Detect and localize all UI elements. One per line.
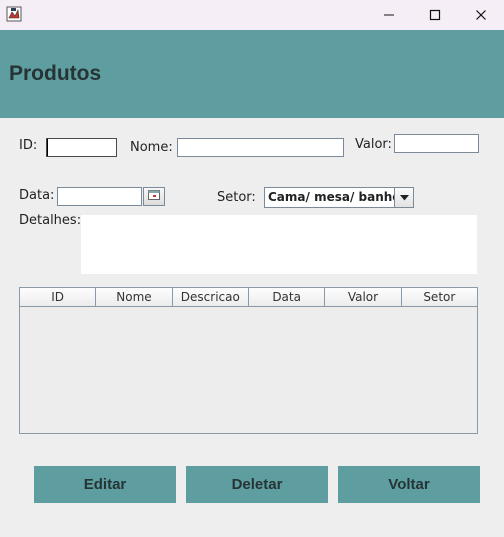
- window-titlebar: [0, 0, 504, 30]
- column-header-id[interactable]: ID: [20, 288, 97, 306]
- maximize-button[interactable]: [412, 0, 458, 30]
- table-header: ID Nome Descricao Data Valor Setor: [20, 288, 477, 307]
- setor-selected-value: Cama/ mesa/ banho: [268, 190, 401, 204]
- minimize-icon: [383, 9, 395, 21]
- setor-dropdown[interactable]: Cama/ mesa/ banho: [264, 187, 414, 208]
- java-app-icon: [6, 6, 22, 22]
- setor-label: Setor:: [217, 190, 256, 205]
- column-header-setor[interactable]: Setor: [402, 288, 477, 306]
- detalhes-label: Detalhes:: [19, 213, 82, 228]
- id-field[interactable]: [46, 138, 117, 157]
- close-button[interactable]: [458, 0, 504, 30]
- column-header-descricao[interactable]: Descricao: [173, 288, 249, 306]
- voltar-button[interactable]: Voltar: [338, 466, 480, 503]
- maximize-icon: [429, 9, 441, 21]
- nome-field[interactable]: [177, 138, 344, 157]
- valor-label: Valor:: [355, 137, 392, 152]
- header-banner: Produtos: [0, 30, 504, 118]
- nome-label: Nome:: [130, 140, 173, 155]
- valor-field[interactable]: [394, 134, 479, 153]
- column-header-data[interactable]: Data: [249, 288, 326, 306]
- data-label: Data:: [19, 188, 55, 203]
- chevron-down-icon: [399, 190, 409, 205]
- calendar-button[interactable]: [143, 187, 165, 206]
- id-label: ID:: [19, 138, 38, 153]
- data-field[interactable]: [57, 187, 142, 206]
- minimize-button[interactable]: [366, 0, 412, 30]
- detalhes-textarea[interactable]: [81, 215, 477, 274]
- column-header-nome[interactable]: Nome: [96, 288, 173, 306]
- produtos-table[interactable]: ID Nome Descricao Data Valor Setor: [19, 287, 478, 434]
- close-icon: [475, 9, 487, 21]
- dropdown-arrow-button[interactable]: [394, 188, 413, 207]
- deletar-button[interactable]: Deletar: [186, 466, 328, 503]
- column-header-valor[interactable]: Valor: [325, 288, 402, 306]
- calendar-icon: [148, 189, 160, 204]
- editar-button[interactable]: Editar: [34, 466, 176, 503]
- page-title: Produtos: [9, 62, 102, 85]
